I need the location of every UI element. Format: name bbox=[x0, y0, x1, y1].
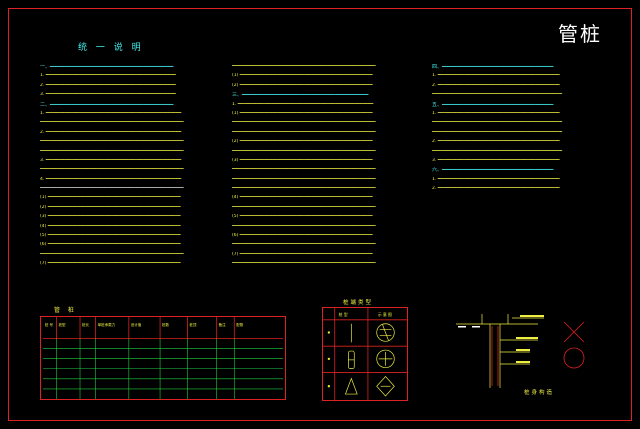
note-line: ━━━━━━━━━━━━━━━━━━━━━━━━━━━━━━━━━━━━━━━━… bbox=[232, 261, 376, 267]
note-line: 一、━━━━━━━━━━━━━━━━━━━━━━━━━━━━━━━━━━━━━━… bbox=[40, 64, 174, 70]
note-line: (6) ━━━━━━━━━━━━━━━━━━━━━━━━━━━━━━━━━━━━… bbox=[40, 242, 181, 248]
note-line: (7) ━━━━━━━━━━━━━━━━━━━━━━━━━━━━━━━━━━━━… bbox=[40, 261, 181, 267]
note-line: ━━━━━━━━━━━━━━━━━━━━━━━━━━━━━━━━━━━━━━━━… bbox=[40, 167, 184, 173]
note-line: 五、━━━━━━━━━━━━━━━━━━━━━━━━━━━━━━━━━━━━━ bbox=[432, 101, 554, 108]
pile-table-header: 配筋 bbox=[236, 322, 243, 327]
note-line: (1) ━━━━━━━━━━━━━━━━━━━━━━━━━━━━━━━━━━━━… bbox=[232, 73, 373, 79]
note-line: (1) ━━━━━━━━━━━━━━━━━━━━━━━━━━━━━━━━━━━━… bbox=[40, 195, 181, 201]
notes-column-1: 一、━━━━━━━━━━━━━━━━━━━━━━━━━━━━━━━━━━━━━━… bbox=[40, 64, 220, 271]
note-line: ━━━━━━━━━━━━━━━━━━━━━━━━━━━━━━━━━━━━━━━━… bbox=[40, 148, 184, 154]
note-line: ━━━━━━━━━━━━━━━━━━━━━━━━━━━━━━━━━━━━━━━━… bbox=[232, 148, 376, 154]
note-line: ━━━━━━━━━━━━━━━━━━━━━━━━━━━━━━━━━━━━━━━━… bbox=[232, 242, 376, 248]
cad-viewport[interactable]: 管桩 统 一 说 明 一、━━━━━━━━━━━━━━━━━━━━━━━━━━━… bbox=[0, 0, 640, 429]
notes-column-2: ━━━━━━━━━━━━━━━━━━━━━━━━━━━━━━━━━━━━━━━━… bbox=[232, 64, 412, 271]
legend-header-type: 桩 型 bbox=[339, 312, 348, 317]
note-line: 六、━━━━━━━━━━━━━━━━━━━━━━━━━━━━━━━━━━━━━ bbox=[432, 167, 554, 174]
detail-title: 桩身构造 bbox=[524, 390, 555, 396]
note-line: 2. ━━━━━━━━━━━━━━━━━━━━━━━━━━━━━━━━━━━━━… bbox=[40, 82, 176, 88]
pile-table-title: 管 桩 bbox=[54, 307, 77, 314]
note-line: 1. ━━━━━━━━━━━━━━━━━━━━━━━━━━━━━━━━━━━━━… bbox=[432, 110, 560, 116]
note-line: 1. ━━━━━━━━━━━━━━━━━━━━━━━━━━━━━━━━━━━━━… bbox=[432, 73, 560, 79]
note-line: ━━━━━━━━━━━━━━━━━━━━━━━━━━━━━━━━━━━━━━━━… bbox=[232, 129, 376, 135]
note-line: ━━━━━━━━━━━━━━━━━━━━━━━━━━━━━━━━━━━━━━━━… bbox=[232, 167, 376, 173]
pile-table: 桩 号桩型 桩长 单桩承载力 设计值 桩数 桩顶 备注 配筋 bbox=[40, 316, 286, 400]
legend-title: 桩端类型 bbox=[343, 300, 374, 306]
note-line: 二、━━━━━━━━━━━━━━━━━━━━━━━━━━━━━━━━━━━━━━… bbox=[40, 101, 174, 108]
note-line: ━━━━━━━━━━━━━━━━━━━━━━━━━━━━━━━━━━━━━━━━… bbox=[40, 139, 184, 145]
note-line: (4) ━━━━━━━━━━━━━━━━━━━━━━━━━━━━━━━━━━━━… bbox=[40, 223, 181, 229]
legend-table: 桩 型 示 意 图 bbox=[322, 307, 408, 401]
note-line: (1) ━━━━━━━━━━━━━━━━━━━━━━━━━━━━━━━━━━━━… bbox=[232, 110, 373, 116]
note-line: ━━━━━━━━━━━━━━━━━━━━━━━━━━━━━━━━━━━━━━━━… bbox=[232, 176, 376, 182]
note-line: ━━━━━━━━━━━━━━━━━━━━━━━━━━━━━━━━━━━━━━━━… bbox=[432, 129, 563, 135]
legend-header-sketch: 示 意 图 bbox=[378, 312, 392, 317]
pile-sketch-cone bbox=[344, 377, 358, 395]
note-line: (2) ━━━━━━━━━━━━━━━━━━━━━━━━━━━━━━━━━━━━… bbox=[40, 204, 181, 210]
note-line: (6) ━━━━━━━━━━━━━━━━━━━━━━━━━━━━━━━━━━━━… bbox=[232, 233, 373, 239]
note-line: 1. ━━━━━━━━━━━━━━━━━━━━━━━━━━━━━━━━━━━━━… bbox=[432, 176, 560, 182]
note-line: ━━━━━━━━━━━━━━━━━━━━━━━━━━━━━━━━━━━━━━━━… bbox=[232, 64, 376, 69]
note-line: ━━━━━━━━━━━━━━━━━━━━━━━━━━━━━━━━━━━━━━━━… bbox=[232, 204, 376, 210]
circle-icon bbox=[563, 347, 585, 369]
note-line: 2. ━━━━━━━━━━━━━━━━━━━━━━━━━━━━━━━━━━━━━… bbox=[40, 129, 182, 135]
note-line: ━━━━━━━━━━━━━━━━━━━━━━━━━━━━━━━━━━━━━━━━… bbox=[40, 120, 184, 126]
note-line: 三、━━━━━━━━━━━━━━━━━━━━━━━━━━━━━━━━━━━━━━… bbox=[232, 92, 369, 99]
note-line: ━━━━━━━━━━━━━━━━━━━━━━━━━━━━━━━━━━━━━━━━… bbox=[232, 223, 376, 229]
note-line: 4. ━━━━━━━━━━━━━━━━━━━━━━━━━━━━━━━━━━━━━… bbox=[40, 176, 182, 182]
note-line: (4) ━━━━━━━━━━━━━━━━━━━━━━━━━━━━━━━━━━━━… bbox=[232, 195, 373, 201]
note-line: ━━━━━━━━━━━━━━━━━━━━━━━━━━━━━━━━━━━━━━━━… bbox=[432, 92, 563, 98]
drawing-title: 管桩 bbox=[558, 22, 602, 46]
pile-table-grid: 桩 号桩型 桩长 单桩承载力 设计值 桩数 桩顶 备注 配筋 bbox=[42, 317, 284, 399]
note-line: ━━━━━━━━━━━━━━━━━━━━━━━━━━━━━━━━━━━━━━━━… bbox=[40, 251, 184, 257]
note-line: 3. ━━━━━━━━━━━━━━━━━━━━━━━━━━━━━━━━━━━━━… bbox=[432, 157, 560, 163]
pile-table-header: 桩长 bbox=[82, 322, 89, 327]
note-line: 2. ━━━━━━━━━━━━━━━━━━━━━━━━━━━━━━━━━━━━━… bbox=[432, 186, 560, 192]
note-line: 1. ━━━━━━━━━━━━━━━━━━━━━━━━━━━━━━━━━━━━━… bbox=[40, 110, 182, 116]
pile-table-header: 备注 bbox=[219, 322, 226, 327]
note-line: 1. ━━━━━━━━━━━━━━━━━━━━━━━━━━━━━━━━━━━━━… bbox=[40, 73, 176, 79]
note-line: (5) ━━━━━━━━━━━━━━━━━━━━━━━━━━━━━━━━━━━━… bbox=[40, 233, 181, 239]
note-line: (7) ━━━━━━━━━━━━━━━━━━━━━━━━━━━━━━━━━━━━… bbox=[232, 251, 373, 257]
pile-table-header: 设计值 bbox=[131, 322, 142, 327]
note-line: (2) ━━━━━━━━━━━━━━━━━━━━━━━━━━━━━━━━━━━━… bbox=[232, 82, 373, 88]
note-line: 2. ━━━━━━━━━━━━━━━━━━━━━━━━━━━━━━━━━━━━━… bbox=[432, 139, 560, 145]
note-line: 2. ━━━━━━━━━━━━━━━━━━━━━━━━━━━━━━━━━━━━━… bbox=[432, 82, 560, 88]
note-line: ━━━━━━━━━━━━━━━━━━━━━━━━━━━━━━━━━━━━━━━━… bbox=[232, 186, 376, 192]
note-line: 1. ━━━━━━━━━━━━━━━━━━━━━━━━━━━━━━━━━━━━━… bbox=[232, 101, 374, 107]
pile-detail-drawing bbox=[456, 314, 585, 388]
note-line: 3. ━━━━━━━━━━━━━━━━━━━━━━━━━━━━━━━━━━━━━… bbox=[40, 92, 176, 98]
note-line: 四、━━━━━━━━━━━━━━━━━━━━━━━━━━━━━━━━━━━━━ bbox=[432, 64, 554, 70]
note-line: ━━━━━━━━━━━━━━━━━━━━━━━━━━━━━━━━━━━━━━━━… bbox=[232, 120, 376, 126]
pile-table-header: 单桩承载力 bbox=[98, 322, 116, 327]
note-line: (5) ━━━━━━━━━━━━━━━━━━━━━━━━━━━━━━━━━━━━… bbox=[232, 214, 373, 220]
pile-table-header: 桩顶 bbox=[189, 322, 196, 327]
note-line: ━━━━━━━━━━━━━━━━━━━━━━━━━━━━━━━━━━━━━━━━… bbox=[432, 120, 563, 126]
note-line: (3) ━━━━━━━━━━━━━━━━━━━━━━━━━━━━━━━━━━━━… bbox=[232, 157, 373, 163]
notes-column-3: 四、━━━━━━━━━━━━━━━━━━━━━━━━━━━━━━━━━━━━━ … bbox=[432, 64, 592, 195]
pile-table-header: 桩数 bbox=[162, 322, 169, 327]
note-line: ━━━━━━━━━━━━━━━━━━━━━━━━━━━━━━━━━━━━━━━━… bbox=[432, 148, 563, 154]
note-line: (2) ━━━━━━━━━━━━━━━━━━━━━━━━━━━━━━━━━━━━… bbox=[232, 139, 373, 145]
note-line: ━━━━━━━━━━━━━━━━━━━━━━━━━━━━━━━━━━━━━━━━… bbox=[40, 186, 184, 192]
pile-table-header: 桩型 bbox=[59, 322, 66, 327]
notes-heading: 统 一 说 明 bbox=[78, 43, 144, 53]
note-line: (3) ━━━━━━━━━━━━━━━━━━━━━━━━━━━━━━━━━━━━… bbox=[40, 214, 181, 220]
pile-table-header: 桩 号 bbox=[45, 322, 54, 327]
note-line: 3. ━━━━━━━━━━━━━━━━━━━━━━━━━━━━━━━━━━━━━… bbox=[40, 157, 182, 163]
